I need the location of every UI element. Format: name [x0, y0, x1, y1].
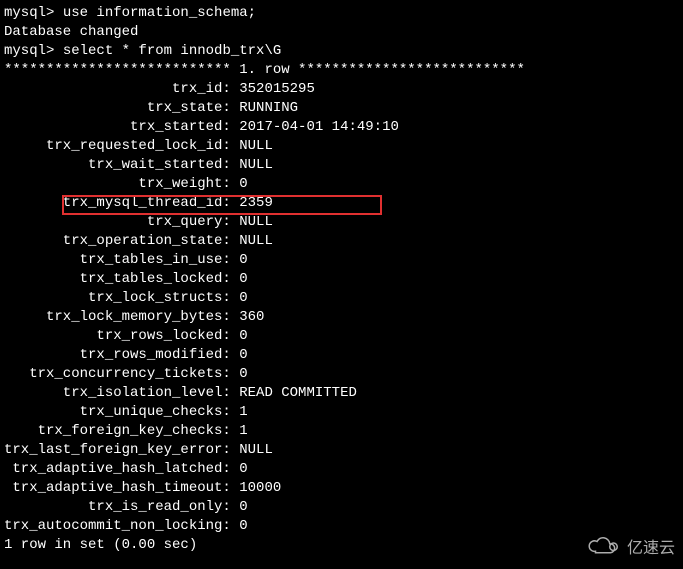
field-row-trx_concurrency_tickets: trx_concurrency_tickets: 0 — [4, 365, 679, 384]
field-value: 0 — [239, 290, 247, 306]
field-row-trx_requested_lock_id: trx_requested_lock_id: NULL — [4, 137, 679, 156]
field-value: 360 — [239, 309, 264, 325]
field-value: 0 — [239, 461, 247, 477]
field-row-trx_tables_locked: trx_tables_locked: 0 — [4, 270, 679, 289]
field-label: trx_lock_memory_bytes: — [4, 309, 239, 325]
field-row-trx_unique_checks: trx_unique_checks: 1 — [4, 403, 679, 422]
prompt-line-2: mysql> select * from innodb_trx\G — [4, 42, 679, 61]
field-label: trx_unique_checks: — [4, 404, 239, 420]
mysql-prompt: mysql> — [4, 5, 63, 21]
field-value: 0 — [239, 499, 247, 515]
field-label: trx_adaptive_hash_latched: — [4, 461, 239, 477]
field-label: trx_tables_in_use: — [4, 252, 239, 268]
field-label: trx_rows_modified: — [4, 347, 239, 363]
field-row-trx_adaptive_hash_timeout: trx_adaptive_hash_timeout: 10000 — [4, 479, 679, 498]
field-value: 0 — [239, 328, 247, 344]
field-value: NULL — [239, 214, 273, 230]
field-label: trx_state: — [4, 100, 239, 116]
field-label: trx_foreign_key_checks: — [4, 423, 239, 439]
field-label: trx_requested_lock_id: — [4, 138, 239, 154]
field-value: 10000 — [239, 480, 281, 496]
field-row-trx_operation_state: trx_operation_state: NULL — [4, 232, 679, 251]
field-label: trx_wait_started: — [4, 157, 239, 173]
field-row-trx_rows_modified: trx_rows_modified: 0 — [4, 346, 679, 365]
field-row-trx_last_foreign_key_error: trx_last_foreign_key_error: NULL — [4, 441, 679, 460]
field-row-trx_query: trx_query: NULL — [4, 213, 679, 232]
field-label: trx_autocommit_non_locking: — [4, 518, 239, 534]
field-row-trx_rows_locked: trx_rows_locked: 0 — [4, 327, 679, 346]
field-label: trx_is_read_only: — [4, 499, 239, 515]
field-label: trx_lock_structs: — [4, 290, 239, 306]
field-row-trx_autocommit_non_locking: trx_autocommit_non_locking: 0 — [4, 517, 679, 536]
field-value: NULL — [239, 157, 273, 173]
field-label: trx_rows_locked: — [4, 328, 239, 344]
field-row-trx_mysql_thread_id: trx_mysql_thread_id: 2359 — [4, 194, 679, 213]
field-row-trx_lock_memory_bytes: trx_lock_memory_bytes: 360 — [4, 308, 679, 327]
field-row-trx_isolation_level: trx_isolation_level: READ COMMITTED — [4, 384, 679, 403]
watermark: 亿速云 — [585, 536, 675, 561]
field-label: trx_operation_state: — [4, 233, 239, 249]
row-separator: *************************** 1. row *****… — [4, 61, 679, 80]
field-row-trx_lock_structs: trx_lock_structs: 0 — [4, 289, 679, 308]
field-label: trx_concurrency_tickets: — [4, 366, 239, 382]
mysql-prompt: mysql> — [4, 43, 63, 59]
field-row-trx_wait_started: trx_wait_started: NULL — [4, 156, 679, 175]
field-value: 0 — [239, 366, 247, 382]
sql-command-select: select * from innodb_trx\G — [63, 43, 281, 59]
field-label: trx_tables_locked: — [4, 271, 239, 287]
field-row-trx_foreign_key_checks: trx_foreign_key_checks: 1 — [4, 422, 679, 441]
field-value: RUNNING — [239, 100, 298, 116]
field-label: trx_started: — [4, 119, 239, 135]
field-label: trx_adaptive_hash_timeout: — [4, 480, 239, 496]
field-label: trx_mysql_thread_id: — [4, 195, 239, 211]
db-changed-line: Database changed — [4, 23, 679, 42]
field-label: trx_id: — [4, 81, 239, 97]
field-label: trx_query: — [4, 214, 239, 230]
field-value: 0 — [239, 271, 247, 287]
field-value: 0 — [239, 252, 247, 268]
field-row-trx_weight: trx_weight: 0 — [4, 175, 679, 194]
field-label: trx_isolation_level: — [4, 385, 239, 401]
prompt-line-1: mysql> use information_schema; — [4, 4, 679, 23]
terminal-output: mysql> use information_schema; Database … — [4, 4, 679, 555]
field-row-trx_id: trx_id: 352015295 — [4, 80, 679, 99]
field-row-trx_tables_in_use: trx_tables_in_use: 0 — [4, 251, 679, 270]
field-value: NULL — [239, 442, 273, 458]
field-value: 0 — [239, 518, 247, 534]
field-value: READ COMMITTED — [239, 385, 357, 401]
field-row-trx_is_read_only: trx_is_read_only: 0 — [4, 498, 679, 517]
field-value: 0 — [239, 347, 247, 363]
field-row-trx_adaptive_hash_latched: trx_adaptive_hash_latched: 0 — [4, 460, 679, 479]
result-fields: trx_id: 352015295 trx_state: RUNNING trx… — [4, 80, 679, 536]
field-value: 0 — [239, 176, 247, 192]
cloud-icon — [585, 536, 621, 561]
field-value: 2359 — [239, 195, 273, 211]
field-value: NULL — [239, 233, 273, 249]
field-row-trx_started: trx_started: 2017-04-01 14:49:10 — [4, 118, 679, 137]
sql-command-use: use information_schema; — [63, 5, 256, 21]
field-value: NULL — [239, 138, 273, 154]
field-value: 1 — [239, 404, 247, 420]
result-footer: 1 row in set (0.00 sec) — [4, 536, 679, 555]
field-value: 352015295 — [239, 81, 315, 97]
watermark-text: 亿速云 — [627, 539, 675, 558]
field-row-trx_state: trx_state: RUNNING — [4, 99, 679, 118]
field-value: 2017-04-01 14:49:10 — [239, 119, 399, 135]
field-label: trx_weight: — [4, 176, 239, 192]
field-value: 1 — [239, 423, 247, 439]
field-label: trx_last_foreign_key_error: — [4, 442, 239, 458]
